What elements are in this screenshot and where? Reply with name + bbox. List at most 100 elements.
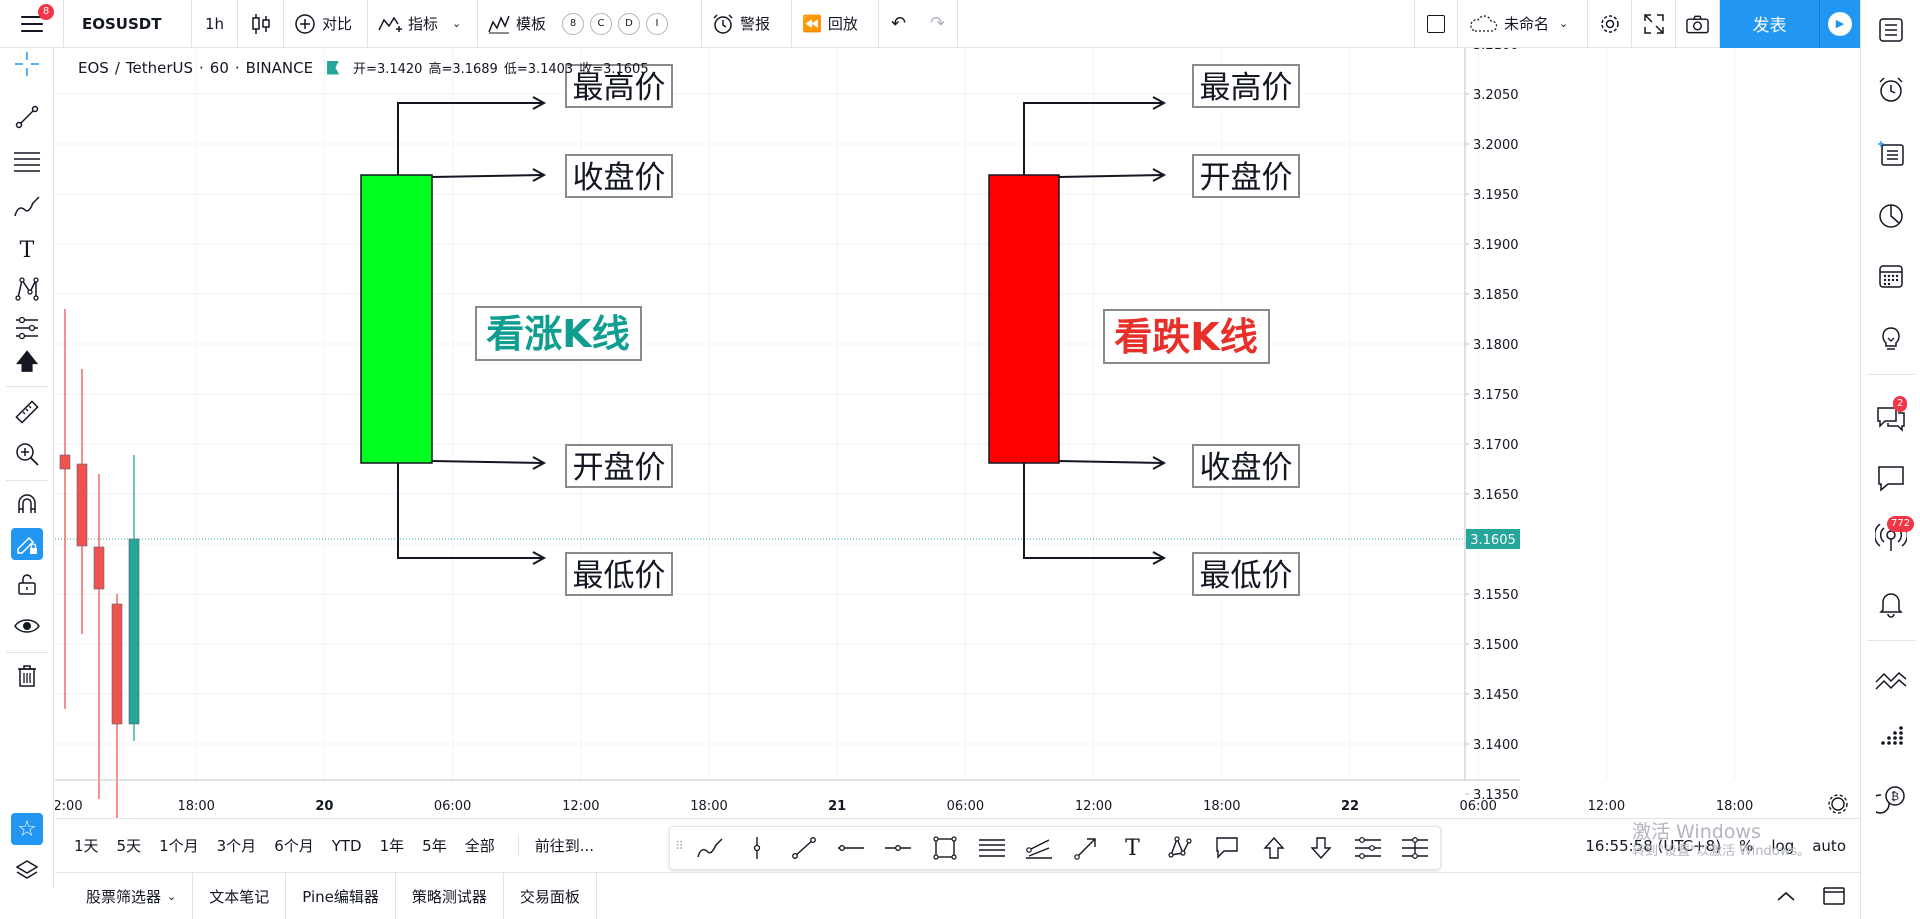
undo-button[interactable]: ↶ bbox=[878, 0, 918, 48]
tab-stock-screener[interactable]: 股票筛选器 ⌄ bbox=[55, 872, 194, 919]
chart-type-button[interactable] bbox=[238, 0, 284, 48]
ideas-stream-button[interactable] bbox=[1875, 322, 1907, 354]
text-tool[interactable]: T bbox=[11, 234, 43, 266]
hotlists-button[interactable] bbox=[1875, 200, 1907, 232]
watchlist-button[interactable] bbox=[1875, 14, 1907, 46]
main-menu-button[interactable]: 8 bbox=[0, 0, 64, 48]
date-range-button[interactable] bbox=[1391, 828, 1438, 868]
maximize-panel-button[interactable] bbox=[1808, 887, 1860, 905]
trend-line-button[interactable] bbox=[780, 828, 827, 868]
bear-label-high-text: 最高价 bbox=[1200, 70, 1293, 106]
range-1m[interactable]: 1个月 bbox=[150, 835, 208, 856]
replay-button[interactable]: ⏪ 回放 bbox=[792, 0, 878, 48]
zoom-tool[interactable] bbox=[11, 438, 43, 470]
streams-button[interactable]: 772 bbox=[1875, 516, 1915, 554]
indicators-button[interactable]: 指标 ⌄ bbox=[368, 0, 478, 48]
tab-text-notes[interactable]: 文本笔记 bbox=[193, 872, 287, 919]
arrow-line-button[interactable] bbox=[1062, 828, 1109, 868]
icon-tool[interactable]: 🡅 bbox=[11, 348, 43, 380]
range-all[interactable]: 全部 bbox=[456, 835, 504, 856]
snapshot-button[interactable] bbox=[1676, 0, 1720, 48]
legend-interval: 60 bbox=[209, 58, 229, 77]
tab-trading-panel[interactable]: 交易面板 bbox=[504, 872, 597, 919]
symbol-search-button[interactable]: EOSUSDT bbox=[64, 0, 192, 48]
symbol-legend[interactable]: EOS / TetherUS · 60 · BINANCE 开=3.1420 高… bbox=[78, 58, 649, 78]
tab-strategy-tester[interactable]: 策略测试器 bbox=[396, 872, 504, 919]
callout-button[interactable] bbox=[1203, 828, 1250, 868]
quick-button-3[interactable]: D bbox=[618, 12, 641, 35]
axis-settings-button[interactable] bbox=[1828, 794, 1848, 814]
alerts-button[interactable] bbox=[1875, 74, 1907, 106]
percent-toggle[interactable]: % bbox=[1739, 837, 1753, 855]
text-button[interactable]: T bbox=[1109, 828, 1156, 868]
price-range-button[interactable] bbox=[1344, 828, 1391, 868]
brush-icon bbox=[696, 838, 722, 858]
flag-icon[interactable] bbox=[327, 60, 340, 75]
interval-button[interactable]: 1h bbox=[192, 0, 238, 48]
calendar-button[interactable] bbox=[1875, 260, 1907, 292]
remove-drawings-button[interactable] bbox=[11, 660, 43, 692]
trend-line-tool[interactable] bbox=[11, 101, 43, 133]
range-5y[interactable]: 5年 bbox=[413, 835, 456, 856]
quick-button-4[interactable]: I bbox=[646, 12, 669, 35]
brush-button[interactable] bbox=[686, 828, 733, 868]
range-1d[interactable]: 1天 bbox=[65, 835, 108, 856]
crosshair-tool[interactable] bbox=[11, 48, 43, 80]
range-6m[interactable]: 6个月 bbox=[265, 835, 323, 856]
settings-button[interactable] bbox=[1588, 0, 1632, 48]
compare-button[interactable]: 对比 bbox=[284, 0, 368, 48]
horizontal-line-button[interactable] bbox=[874, 828, 921, 868]
tab-pine-editor[interactable]: Pine编辑器 bbox=[286, 872, 396, 919]
legend-slash: / bbox=[114, 58, 120, 77]
assets-button[interactable]: ₿ bbox=[1875, 784, 1907, 816]
xabcd-pattern-button[interactable] bbox=[1156, 828, 1203, 868]
parallel-channel-button[interactable] bbox=[1015, 828, 1062, 868]
favorites-button[interactable]: ☆ bbox=[11, 813, 43, 845]
fullscreen-layout-button[interactable] bbox=[1414, 0, 1458, 48]
range-1y[interactable]: 1年 bbox=[371, 835, 414, 856]
magnet-tool[interactable] bbox=[11, 488, 43, 520]
measure-tool[interactable] bbox=[11, 396, 43, 428]
redo-button[interactable]: ↷ bbox=[918, 0, 958, 48]
log-toggle[interactable]: log bbox=[1771, 837, 1794, 855]
data-window-button[interactable] bbox=[1875, 138, 1907, 170]
horizontal-ray-button[interactable] bbox=[827, 828, 874, 868]
object-tree-button[interactable] bbox=[11, 854, 43, 886]
goto-date-button[interactable]: 前往到... bbox=[517, 835, 603, 856]
layout-name-button[interactable]: 未命名 ⌄ bbox=[1458, 0, 1588, 48]
range-3m[interactable]: 3个月 bbox=[208, 835, 266, 856]
gear-icon bbox=[1600, 14, 1619, 33]
range-ytd[interactable]: YTD bbox=[323, 837, 371, 855]
vertical-line-button[interactable] bbox=[733, 828, 780, 868]
brush-tool[interactable] bbox=[11, 190, 43, 222]
public-chats-button[interactable] bbox=[1875, 462, 1907, 494]
dom-button[interactable] bbox=[1875, 722, 1907, 754]
publish-button[interactable]: 发表 bbox=[1720, 0, 1820, 48]
collapse-panel-button[interactable] bbox=[1764, 890, 1808, 902]
arrow-up-button[interactable] bbox=[1250, 828, 1297, 868]
clock-label[interactable]: 16:55:58 (UTC+8) bbox=[1585, 837, 1721, 855]
screener-button[interactable] bbox=[1875, 664, 1907, 696]
quick-button-2[interactable]: C bbox=[590, 12, 613, 35]
alert-button[interactable]: 警报 bbox=[702, 0, 792, 48]
templates-button[interactable]: 模板 8 C D I bbox=[478, 0, 702, 48]
range-5d[interactable]: 5天 bbox=[108, 835, 151, 856]
chats-button[interactable]: 2 bbox=[1875, 396, 1908, 434]
notifications-button[interactable] bbox=[1875, 588, 1907, 620]
fib-tool[interactable] bbox=[11, 146, 43, 178]
drag-handle-icon[interactable]: ⠿ bbox=[675, 839, 684, 853]
price-axis[interactable]: 3.2100 3.2050 3.2000 3.1950 3.1900 3.1850 3.18… bbox=[1465, 38, 1519, 903]
stay-in-drawing-mode-button[interactable] bbox=[11, 528, 43, 560]
fullscreen-button[interactable] bbox=[1632, 0, 1676, 48]
chart-canvas[interactable]: 3.2100 3.2050 3.2000 3.1950 3.1900 3.1850 3.18… bbox=[53, 38, 1860, 903]
rectangle-button[interactable] bbox=[921, 828, 968, 868]
arrow-down-icon bbox=[1309, 837, 1332, 860]
hide-drawings-button[interactable] bbox=[11, 610, 43, 642]
arrow-down-button[interactable] bbox=[1297, 828, 1344, 868]
publish-options-button[interactable]: ▶ bbox=[1820, 0, 1860, 48]
chart-area[interactable]: 3.2100 3.2050 3.2000 3.1950 3.1900 3.1850 3.18… bbox=[53, 38, 1860, 903]
fib-retracement-button[interactable] bbox=[968, 828, 1015, 868]
quick-button-1[interactable]: 8 bbox=[562, 12, 585, 35]
auto-toggle[interactable]: auto bbox=[1812, 837, 1846, 855]
lock-drawings-button[interactable] bbox=[11, 568, 43, 600]
